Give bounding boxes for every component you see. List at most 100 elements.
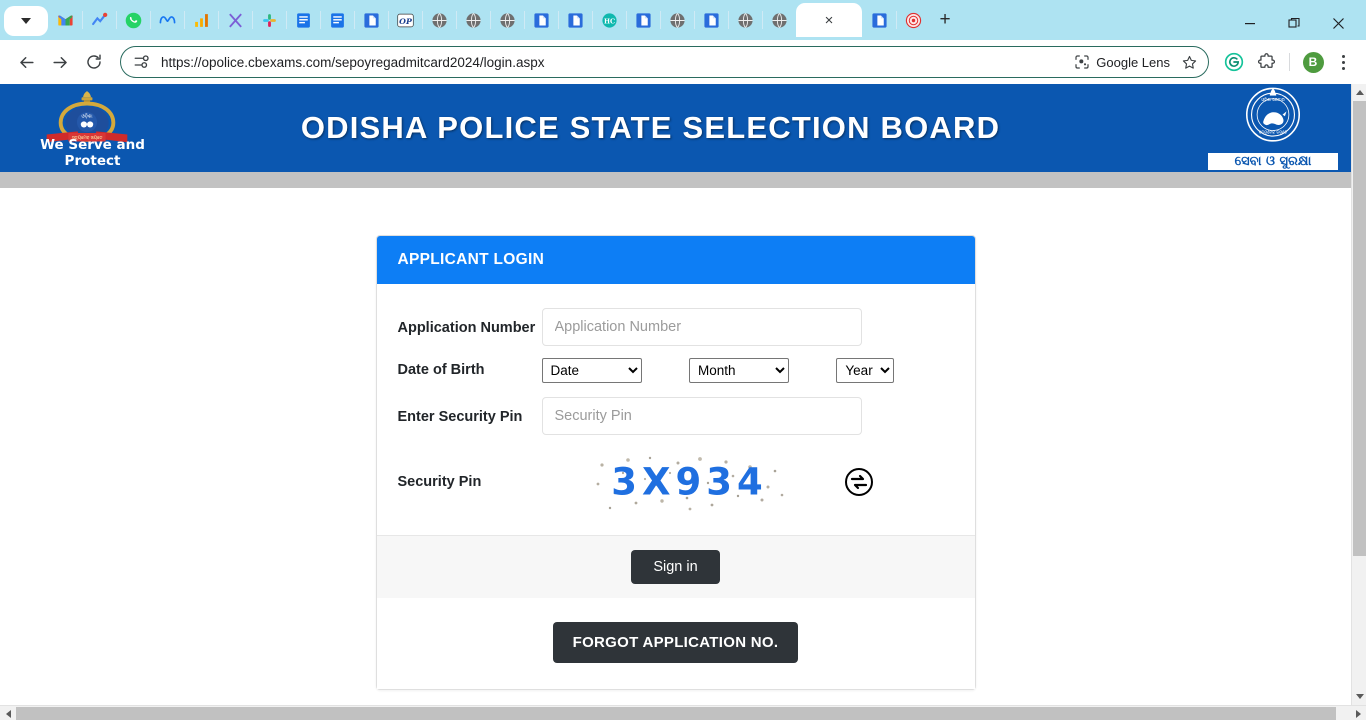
- url-text: https://opolice.cbexams.com/sepoyregadmi…: [161, 54, 545, 70]
- kebab-dot: [1341, 60, 1345, 64]
- application-number-label: Application Number: [397, 320, 536, 336]
- browser-window: OP HC × + https://opolice.cbexams.com/se…: [0, 0, 1366, 720]
- pinned-tab-doc-blue-4[interactable]: [626, 0, 660, 40]
- banner-left-logo-area: ଓଡ଼ିଶା ସତ୍ୟମେବ ଜୟତେ We Serve and Protect: [0, 84, 180, 172]
- back-button[interactable]: [10, 46, 42, 78]
- site-banner: ଓଡ଼ିଶା ସତ୍ୟମେବ ଜୟତେ We Serve and Protect…: [0, 84, 1351, 172]
- pinned-tab-analytics[interactable]: [82, 0, 116, 40]
- page-document-icon: [567, 12, 583, 28]
- vertical-scrollbar[interactable]: [1351, 84, 1366, 705]
- globe-icon: [465, 12, 481, 28]
- minimize-button[interactable]: [1228, 6, 1272, 40]
- date-of-birth-row: Date of Birth Date Month Year: [398, 358, 954, 383]
- google-lens-icon: [1075, 55, 1089, 69]
- new-tab-button[interactable]: +: [930, 0, 960, 40]
- pinned-tab-doc-blue-2[interactable]: [524, 0, 558, 40]
- kebab-dot: [1341, 66, 1345, 70]
- refresh-captcha-button[interactable]: [844, 467, 874, 497]
- pinned-tab-doc-blue-3[interactable]: [558, 0, 592, 40]
- date-of-birth-control: Date Month Year: [541, 358, 954, 383]
- scroll-up-button[interactable]: [1352, 84, 1366, 101]
- pinned-tab-op-1[interactable]: OP: [388, 0, 422, 40]
- pinned-tab-doc-blue-6[interactable]: [862, 0, 896, 40]
- op-logo-icon: OP: [396, 13, 414, 27]
- pinned-tab-globe-6[interactable]: [762, 0, 796, 40]
- triangle-right-icon: [1355, 709, 1361, 718]
- minimize-icon: [1245, 23, 1255, 25]
- page-info-icon[interactable]: [133, 53, 151, 71]
- pinned-tab-whatsapp[interactable]: [116, 0, 150, 40]
- extensions-area: B: [1219, 47, 1356, 77]
- tab-strip: OP HC × +: [0, 0, 1366, 40]
- reload-icon: [87, 54, 101, 69]
- red-seal-icon: [905, 12, 921, 28]
- horizontal-scrollbar[interactable]: [0, 705, 1366, 720]
- globe-icon: [771, 12, 787, 28]
- tab-search-button[interactable]: [4, 6, 48, 36]
- pinned-tab-seal-red[interactable]: [896, 0, 930, 40]
- pinned-tab-x[interactable]: [218, 0, 252, 40]
- banner-tagline: We Serve and Protect: [40, 137, 145, 169]
- arrow-right-icon: [52, 56, 67, 68]
- dob-year-select[interactable]: Year: [836, 358, 895, 383]
- analytics-icon: [91, 12, 107, 25]
- dob-month-select[interactable]: Month: [688, 358, 789, 383]
- security-pin-label: Security Pin: [397, 474, 482, 490]
- horizontal-scrollbar-thumb[interactable]: [16, 707, 1336, 720]
- pinned-tab-docs-2[interactable]: [320, 0, 354, 40]
- avatar: B: [1302, 51, 1324, 73]
- application-number-input[interactable]: [541, 308, 862, 346]
- card-footer: Sign in: [376, 535, 975, 598]
- google-lens-button[interactable]: Google Lens: [1068, 54, 1176, 70]
- odisha-govt-seal-icon: ଓଡ଼ିଶା ସରକାର ସତ୍ୟମେବ ଜୟତେ: [1245, 87, 1301, 142]
- bookmark-button[interactable]: [1176, 49, 1202, 75]
- triangle-down-icon: [1355, 694, 1364, 699]
- captcha-image: 3X934: [590, 451, 790, 513]
- svg-text:ଓଡ଼ିଶା: ଓଡ଼ିଶା: [81, 114, 92, 120]
- pinned-tab-doc-blue-1[interactable]: [354, 0, 388, 40]
- captcha-text: 3X934: [611, 460, 768, 504]
- chrome-menu-button[interactable]: [1330, 47, 1356, 77]
- address-bar[interactable]: https://opolice.cbexams.com/sepoyregadmi…: [120, 46, 1209, 78]
- pinned-tab-slack[interactable]: [252, 0, 286, 40]
- pinned-tab-globe-3[interactable]: [490, 0, 524, 40]
- document-icon: [296, 12, 310, 28]
- pinned-tab-globe-1[interactable]: [422, 0, 456, 40]
- meta-icon: [159, 15, 175, 23]
- scroll-right-button[interactable]: [1350, 706, 1366, 720]
- sign-in-button[interactable]: Sign in: [631, 550, 720, 584]
- captcha-row: Security Pin 3X934: [398, 451, 954, 513]
- pinned-tab-gmail[interactable]: [48, 0, 82, 40]
- chevron-down-icon: [21, 18, 31, 24]
- pinned-tab-meta[interactable]: [150, 0, 184, 40]
- vertical-scrollbar-thumb[interactable]: [1353, 101, 1366, 556]
- pinned-tab-globe-2[interactable]: [456, 0, 490, 40]
- pinned-tab-doc-blue-5[interactable]: [694, 0, 728, 40]
- grammarly-button[interactable]: [1219, 47, 1249, 77]
- scroll-down-button[interactable]: [1352, 688, 1366, 705]
- security-pin-input[interactable]: [541, 397, 862, 435]
- window-controls: [1228, 6, 1360, 40]
- slack-icon: [262, 13, 276, 27]
- pinned-tab-globe-5[interactable]: [728, 0, 762, 40]
- page-viewport: ଓଡ଼ିଶା ସତ୍ୟମେବ ଜୟତେ We Serve and Protect…: [0, 84, 1366, 720]
- forgot-application-no-button[interactable]: FORGOT APPLICATION NO.: [552, 622, 799, 663]
- globe-icon: [499, 12, 515, 28]
- forward-button[interactable]: [44, 46, 76, 78]
- pinned-tab-docs-1[interactable]: [286, 0, 320, 40]
- profile-button[interactable]: B: [1298, 47, 1328, 77]
- new-tab-label: +: [939, 9, 951, 30]
- reload-button[interactable]: [78, 46, 110, 78]
- pinned-tab-chart[interactable]: [184, 0, 218, 40]
- dob-date-select[interactable]: Date: [541, 358, 642, 383]
- scroll-left-button[interactable]: [0, 706, 16, 720]
- page-document-icon: [363, 12, 379, 28]
- pinned-tab-hc[interactable]: HC: [592, 0, 626, 40]
- active-tab[interactable]: ×: [796, 3, 862, 37]
- triangle-left-icon: [5, 709, 11, 718]
- close-tab-icon[interactable]: ×: [825, 13, 834, 28]
- maximize-button[interactable]: [1272, 6, 1316, 40]
- close-window-button[interactable]: [1316, 6, 1360, 40]
- pinned-tab-globe-4[interactable]: [660, 0, 694, 40]
- extensions-button[interactable]: [1251, 47, 1281, 77]
